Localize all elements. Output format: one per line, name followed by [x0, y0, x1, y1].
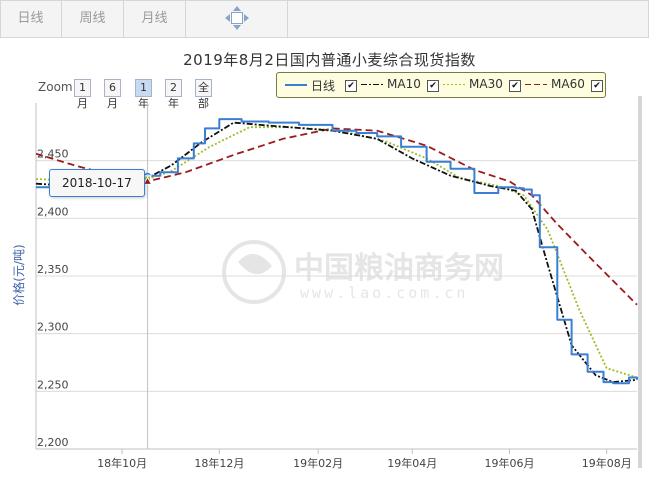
y-tick-label: 2,300: [37, 321, 69, 334]
price-chart: 中国粮油商务网 www.lao.com.cn 2,200 2,250 2,300 2,…: [11, 103, 638, 470]
x-tick-label: 18年10月: [97, 456, 147, 470]
x-tick-label: 19年04月: [387, 456, 437, 470]
y-tick-label: 2,250: [37, 378, 69, 391]
x-tick-label: 19年02月: [293, 456, 343, 470]
y-tick-label: 2,400: [37, 205, 69, 218]
x-tick-label: 19年06月: [484, 456, 534, 470]
x-tick-label: 18年12月: [194, 456, 244, 470]
watermark: 中国粮油商务网 www.lao.com.cn: [222, 240, 504, 304]
watermark-url: www.lao.com.cn: [300, 284, 468, 302]
y-tick-label: 2,350: [37, 263, 69, 276]
x-tick-label: 19年08月: [582, 456, 632, 470]
watermark-cn: 中国粮油商务网: [294, 251, 504, 286]
y-tick-label: 2,200: [37, 436, 69, 449]
tooltip-date: 2018-10-17: [62, 176, 132, 190]
tooltip: 2018-10-17: [49, 169, 145, 197]
grid-lines: [36, 160, 637, 450]
scroll-edge: [638, 96, 642, 468]
y-axis-label: 价格(元/吨): [11, 244, 26, 305]
